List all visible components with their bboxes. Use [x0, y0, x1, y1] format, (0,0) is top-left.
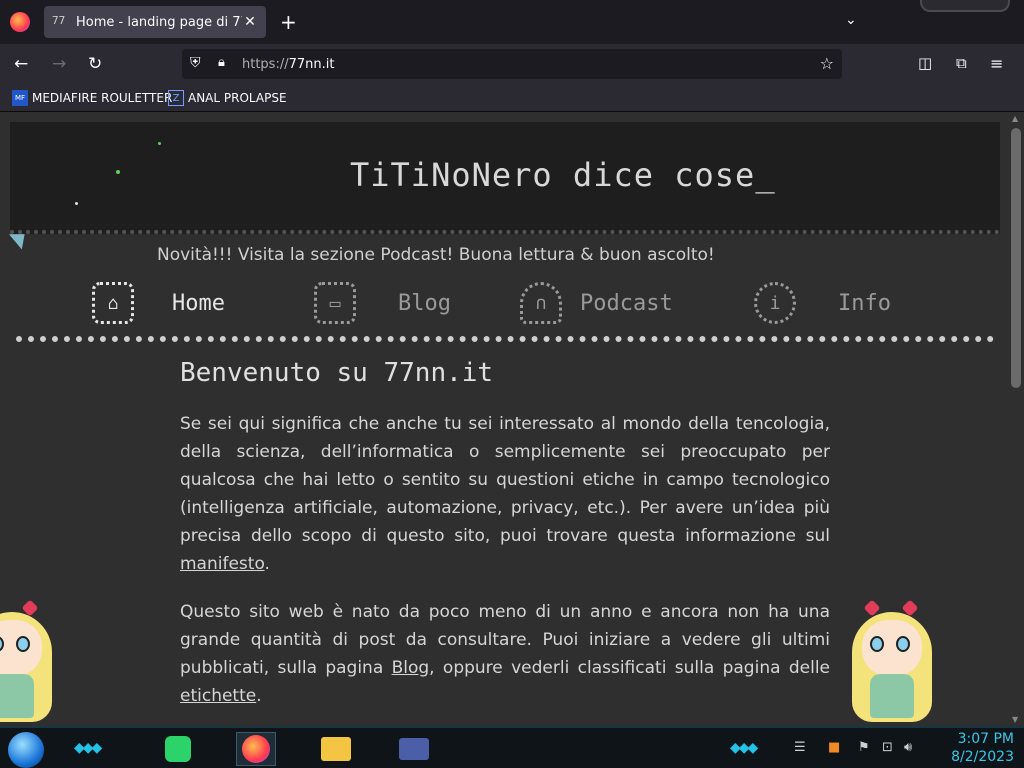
window-decoration [920, 0, 1010, 12]
bookmark-z-icon: Z [168, 90, 184, 106]
paragraph-text: Se sei qui significa che anche tu sei in… [180, 414, 830, 546]
star-decoration [75, 202, 78, 205]
bookmarks-bar: MF MEDIAFIRE ROULETTER Z ANAL PROLAPSE [0, 84, 1024, 112]
pocket-icon[interactable]: ◫ [918, 54, 932, 72]
taskbar-decoration: ◆◆◆ [730, 740, 758, 756]
taskbar-decoration: ◆◆◆ [74, 740, 102, 756]
start-button[interactable] [8, 732, 44, 768]
mascot-right [842, 598, 942, 726]
tab-list-chevron-icon[interactable]: ⌄ [845, 12, 857, 28]
site-favicon-icon: 77 [52, 14, 66, 27]
home-icon: ⌂ [92, 282, 134, 324]
nav-item-home[interactable]: ⌂ Home [92, 280, 225, 326]
blog-link[interactable]: Blog [392, 658, 430, 678]
scrollbar-thumb[interactable] [1011, 128, 1021, 388]
monitor-icon: ▭ [314, 282, 356, 324]
bookmark-label: ANAL PROLAPSE [188, 91, 287, 105]
nav-item-info[interactable]: i Info [754, 280, 891, 326]
id-card-icon[interactable] [394, 732, 434, 766]
site-nav: ⌂ Home ▭ Blog ∩ Podcast i Info [0, 280, 1008, 330]
tab-title: Home - landing page di 77nn.it [76, 14, 242, 30]
back-button[interactable]: ← [14, 54, 28, 74]
forward-button[interactable]: → [52, 54, 66, 74]
reload-button[interactable]: ↻ [88, 54, 102, 74]
firefox-icon[interactable] [236, 732, 276, 766]
lock-icon[interactable]: 🔒︎ [218, 55, 225, 70]
hamburger-menu-icon[interactable]: ≡ [990, 54, 1003, 73]
file-explorer-icon[interactable] [316, 732, 356, 766]
info-icon: i [754, 282, 796, 324]
url-protocol: https:// [242, 57, 289, 72]
tray-app-icon[interactable]: ■ [828, 740, 840, 755]
firefox-menu-icon[interactable] [10, 12, 30, 32]
taskbar: ◆◆◆ ◆◆◆ ☰ ■ ⚑ ⊡ 🔊︎ 3:07 PM 8/2/2023 [0, 726, 1024, 768]
notes-icon[interactable] [158, 732, 198, 766]
shield-icon[interactable]: ⛨ [190, 55, 201, 71]
etichette-link[interactable]: etichette [180, 686, 256, 706]
tab-strip: 77 Home - landing page di 77nn.it ✕ + ⌄ [0, 0, 1024, 44]
mediafire-icon: MF [12, 90, 28, 106]
new-tab-button[interactable]: + [280, 10, 297, 34]
scroll-up-icon[interactable]: ▲ [1012, 114, 1018, 123]
site-header: TiTiNoNero dice cose_ [10, 122, 1000, 234]
page-scrollbar[interactable]: ▲ ▼ [1008, 112, 1024, 726]
nav-label: Blog [398, 290, 451, 316]
clock-time: 3:07 PM [957, 731, 1014, 747]
nav-label: Podcast [580, 290, 673, 316]
volume-icon[interactable]: 🔊︎ [904, 740, 912, 755]
nav-item-podcast[interactable]: ∩ Podcast [520, 280, 673, 326]
intro-paragraph: Se sei qui significa che anche tu sei in… [180, 410, 830, 578]
bookmark-star-icon[interactable]: ☆ [820, 54, 834, 73]
extensions-icon[interactable]: ⧉ [956, 54, 967, 72]
main-content: Benvenuto su 77nn.it Se sei qui signific… [180, 358, 830, 726]
address-bar[interactable]: ⛨ 🔒︎ https://77nn.it ☆ [182, 49, 842, 79]
system-clock[interactable]: 3:07 PM 8/2/2023 [930, 730, 1014, 766]
show-hidden-icons-icon[interactable]: ☰ [794, 740, 806, 755]
second-paragraph: Questo sito web è nato da poco meno di u… [180, 598, 830, 710]
bookmark-mediafire[interactable]: MF MEDIAFIRE ROULETTER [12, 90, 172, 106]
nav-label: Info [838, 290, 891, 316]
site-title: TiTiNoNero dice cose_ [350, 156, 776, 194]
web-page: TiTiNoNero dice cose_ Novità!!! Visita l… [0, 112, 1008, 726]
paragraph-text: . [264, 554, 270, 574]
manifesto-link[interactable]: manifesto [180, 554, 265, 574]
page-heading: Benvenuto su 77nn.it [180, 358, 494, 388]
tab-active[interactable]: 77 Home - landing page di 77nn.it ✕ [44, 6, 266, 38]
scroll-down-icon[interactable]: ▼ [1012, 715, 1018, 724]
nav-label: Home [172, 290, 225, 316]
star-decoration [158, 142, 161, 145]
flag-icon[interactable]: ⚑ [858, 740, 870, 755]
clock-date: 8/2/2023 [951, 749, 1014, 765]
url-text: https://77nn.it [242, 57, 334, 72]
paragraph-text: , oppure vederli classificati sulla pagi… [429, 658, 831, 678]
nav-divider [16, 336, 994, 342]
bookmark-label: MEDIAFIRE ROULETTER [32, 91, 173, 105]
news-banner: Novità!!! Visita la sezione Podcast! Buo… [157, 245, 715, 265]
bookmark-second[interactable]: Z ANAL PROLAPSE [168, 90, 287, 106]
mascot-left [0, 598, 62, 726]
tab-close-icon[interactable]: ✕ [242, 14, 258, 30]
star-decoration [116, 170, 120, 174]
nav-item-blog[interactable]: ▭ Blog [314, 280, 451, 326]
url-host: 77nn.it [288, 57, 335, 72]
headphones-icon: ∩ [520, 282, 562, 324]
paragraph-text: . [256, 686, 262, 706]
network-icon[interactable]: ⊡ [882, 740, 893, 755]
